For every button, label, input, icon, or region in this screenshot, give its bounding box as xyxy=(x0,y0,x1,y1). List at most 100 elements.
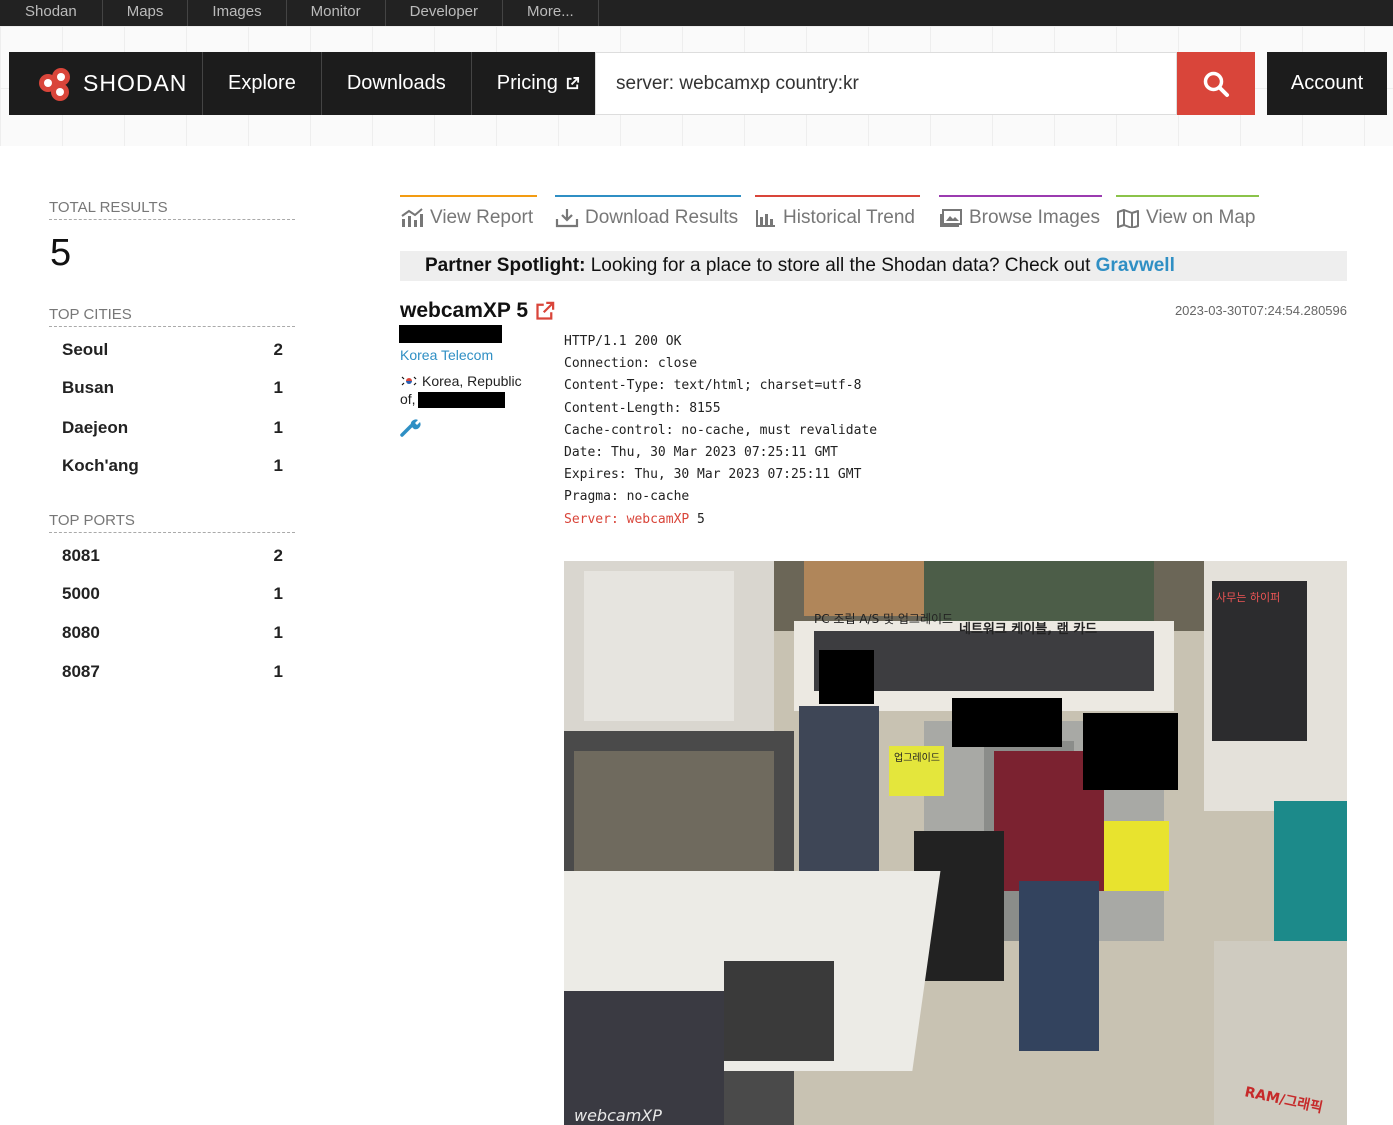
isp-link[interactable]: Korea Telecom xyxy=(400,347,493,363)
spotlight-text: Looking for a place to store all the Sho… xyxy=(590,255,1091,276)
external-link-icon xyxy=(566,76,579,90)
nav-downloads[interactable]: Downloads xyxy=(320,52,471,115)
banner-line: Content-Length: 8155 xyxy=(564,400,721,416)
toplink-monitor[interactable]: Monitor xyxy=(287,0,386,26)
city-row[interactable]: Seoul 2 xyxy=(62,340,283,360)
banner-line: Cache-control: no-cache, must revalidate xyxy=(564,422,878,438)
banner-text: HTTP/1.1 200 OK Connection: close Conten… xyxy=(564,331,877,531)
banner-line: Connection: close xyxy=(564,356,698,372)
city-row[interactable]: Koch'ang 1 xyxy=(62,456,283,476)
port-row[interactable]: 8080 1 xyxy=(62,623,283,643)
port-number: 8080 xyxy=(62,623,100,642)
tab-view-on-map-label: View on Map xyxy=(1146,207,1256,228)
cam-watermark: webcamXP xyxy=(574,1106,662,1125)
port-number: 5000 xyxy=(62,584,100,603)
cam-sign-text: 네트워크 케이블, 랜 카드 xyxy=(959,621,1097,637)
tab-browse-images-label: Browse Images xyxy=(969,207,1100,228)
banner-line: Date: Thu, 30 Mar 2023 07:25:11 GMT xyxy=(564,445,838,461)
nav-explore[interactable]: Explore xyxy=(202,52,321,115)
toplink-images[interactable]: Images xyxy=(188,0,287,26)
banner-server-line: Server: webcamXP 5 xyxy=(564,509,877,531)
search-input[interactable] xyxy=(595,52,1177,115)
port-row[interactable]: 5000 1 xyxy=(62,584,283,604)
banner-line: HTTP/1.1 200 OK xyxy=(564,334,682,349)
cam-sign-text: PC 조립 A/S 및 업그레이드 xyxy=(814,612,953,626)
korea-flag-icon xyxy=(400,375,418,387)
redaction-box xyxy=(819,650,874,704)
total-results-count: 5 xyxy=(50,232,72,274)
port-count: 1 xyxy=(273,623,283,642)
search-button[interactable] xyxy=(1177,52,1255,115)
result-title-text: webcamXP 5 xyxy=(400,299,529,322)
city-count: 2 xyxy=(273,340,283,359)
tab-download-results[interactable]: Download Results xyxy=(555,195,741,235)
total-results-heading: TOTAL RESULTS xyxy=(49,199,295,220)
banner-line: Expires: Thu, 30 Mar 2023 07:25:11 GMT xyxy=(564,467,862,483)
partner-spotlight: Partner Spotlight: Looking for a place t… xyxy=(400,251,1347,281)
tab-historical-trend-label: Historical Trend xyxy=(783,207,915,228)
tab-browse-images[interactable]: Browse Images xyxy=(939,195,1102,235)
server-version: 5 xyxy=(689,511,705,527)
port-number: 8081 xyxy=(62,546,100,565)
trend-icon xyxy=(756,210,775,227)
city-row[interactable]: Busan 1 xyxy=(62,378,283,398)
cam-sign-text: 사무는 하이퍼 xyxy=(1216,590,1280,604)
port-number: 8087 xyxy=(62,662,100,681)
main-navbar: SHODAN Explore Downloads Pricing xyxy=(9,52,605,115)
images-icon xyxy=(940,209,962,227)
webcam-screenshot[interactable]: 사무는 하이퍼 PC 조립 A/S 및 업그레이드 네트워크 케이블, 랜 카드… xyxy=(564,561,1347,1125)
city-row[interactable]: Daejeon 1 xyxy=(62,418,283,438)
map-icon xyxy=(1117,209,1139,228)
cam-sign-text: 업그레이드 xyxy=(894,751,940,764)
redacted-city xyxy=(418,392,505,408)
city-count: 1 xyxy=(273,456,283,475)
server-key: Server: webcamXP xyxy=(564,511,690,527)
spotlight-label: Partner Spotlight: xyxy=(425,255,586,276)
result-timestamp: 2023-03-30T07:24:54.280596 xyxy=(1174,303,1347,318)
gravwell-link[interactable]: Gravwell xyxy=(1096,255,1175,276)
banner-line: Pragma: no-cache xyxy=(564,489,690,505)
redaction-box xyxy=(952,698,1062,747)
city-count: 1 xyxy=(273,418,283,437)
tab-historical-trend[interactable]: Historical Trend xyxy=(755,195,920,235)
webcam-scene: 사무는 하이퍼 PC 조립 A/S 및 업그레이드 네트워크 케이블, 랜 카드… xyxy=(564,561,1347,1125)
tab-download-results-label: Download Results xyxy=(585,207,739,228)
toplink-developer[interactable]: Developer xyxy=(386,0,504,26)
account-button[interactable]: Account xyxy=(1267,52,1387,115)
port-row[interactable]: 8081 2 xyxy=(62,546,283,566)
download-icon xyxy=(555,209,579,228)
nav-pricing[interactable]: Pricing xyxy=(470,52,605,115)
port-count: 1 xyxy=(273,584,283,603)
redaction-box xyxy=(1083,713,1178,790)
top-ports-heading: TOP PORTS xyxy=(49,512,295,533)
shodan-logo-link[interactable]: SHODAN xyxy=(9,52,202,115)
city-name: Koch'ang xyxy=(62,456,139,475)
port-count: 1 xyxy=(273,662,283,681)
tab-view-on-map[interactable]: View on Map xyxy=(1116,195,1259,235)
city-name: Daejeon xyxy=(62,418,129,437)
toplink-shodan[interactable]: Shodan xyxy=(0,0,103,26)
result-title[interactable]: webcamXP 5 xyxy=(400,299,555,323)
city-name: Busan xyxy=(62,378,114,397)
redacted-ip xyxy=(399,325,502,343)
toplink-more[interactable]: More... xyxy=(503,0,599,26)
external-link-icon[interactable] xyxy=(535,301,555,321)
report-icon xyxy=(401,208,423,227)
top-link-bar: Shodan Maps Images Monitor Developer Mor… xyxy=(0,0,1393,26)
city-name: Seoul xyxy=(62,340,109,359)
nav-pricing-label: Pricing xyxy=(496,72,558,94)
logo-text: SHODAN xyxy=(83,70,188,96)
tab-view-report[interactable]: View Report xyxy=(400,195,537,235)
port-count: 2 xyxy=(273,546,283,565)
search-icon xyxy=(1203,71,1229,97)
port-row[interactable]: 8087 1 xyxy=(62,662,283,682)
nav-explore-label: Explore xyxy=(228,72,296,94)
tab-view-report-label: View Report xyxy=(430,207,534,228)
wrench-icon[interactable] xyxy=(399,418,421,438)
shodan-logo-icon xyxy=(39,67,70,101)
nav-downloads-label: Downloads xyxy=(346,72,446,94)
city-count: 1 xyxy=(273,378,283,397)
top-cities-heading: TOP CITIES xyxy=(49,306,295,327)
banner-line: Content-Type: text/html; charset=utf-8 xyxy=(564,378,862,394)
toplink-maps[interactable]: Maps xyxy=(103,0,189,26)
